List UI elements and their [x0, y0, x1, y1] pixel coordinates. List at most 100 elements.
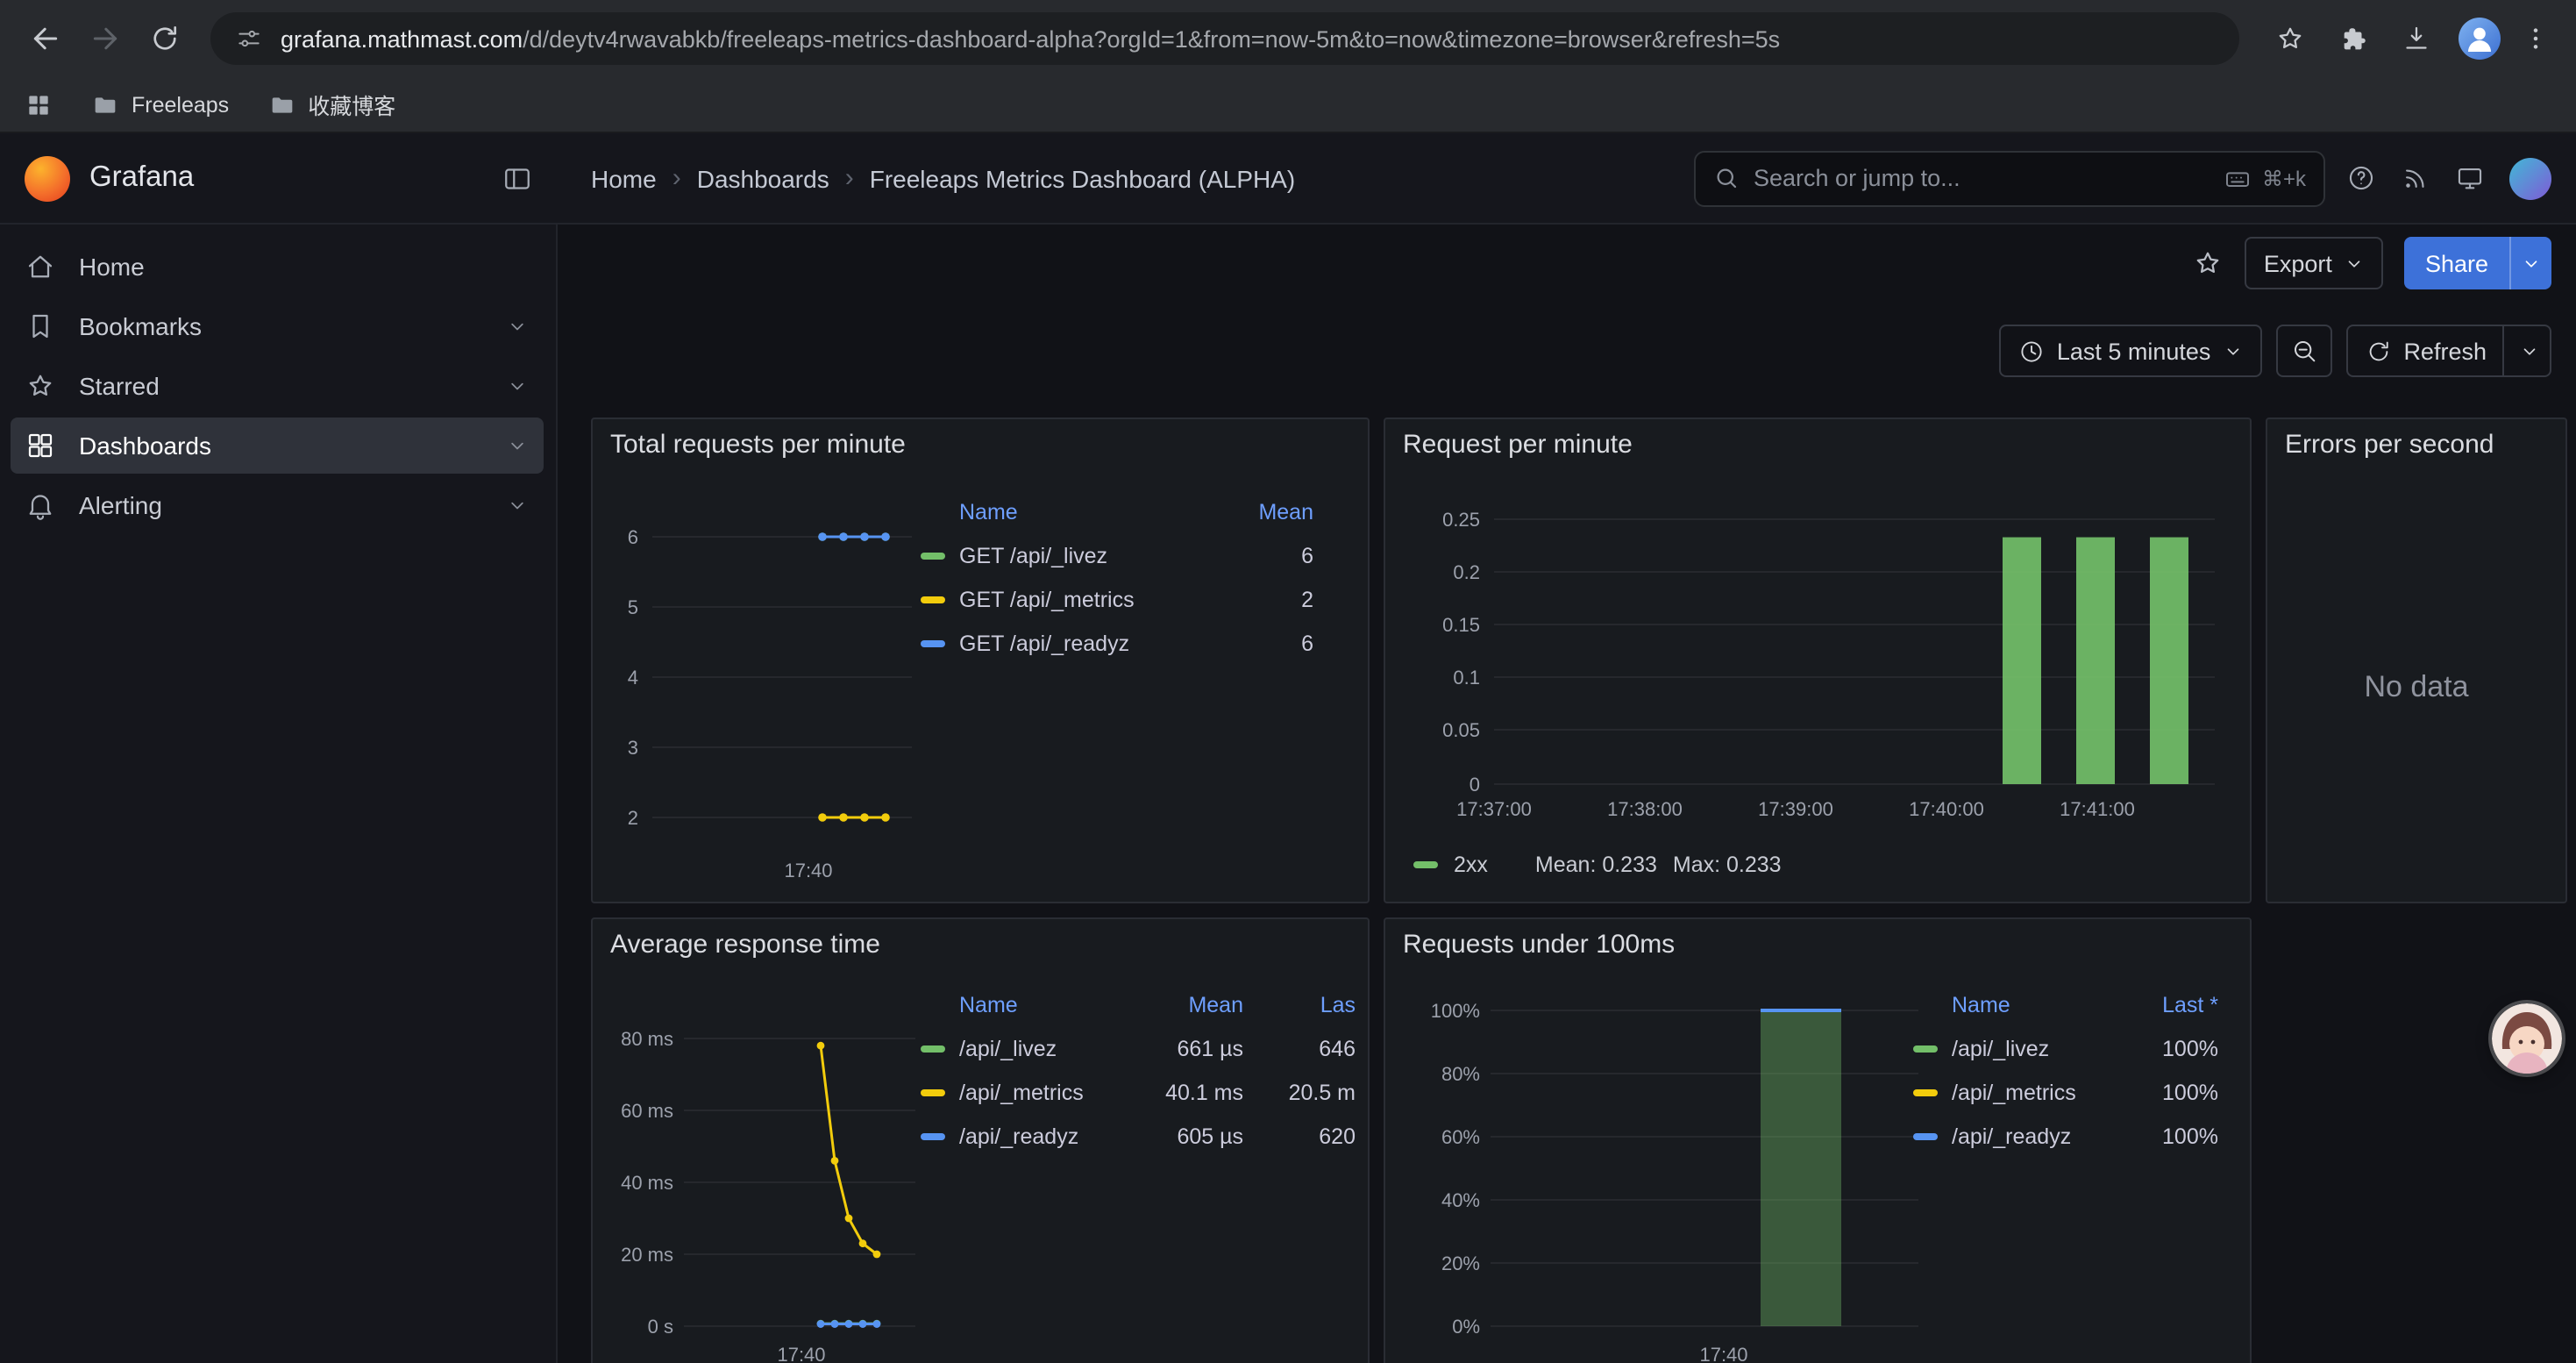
chevron-down-icon[interactable]	[505, 374, 530, 398]
panel-title[interactable]: Requests under 100ms	[1403, 930, 1675, 960]
svg-text:40%: 40%	[1441, 1189, 1480, 1211]
apps-grid-icon[interactable]	[25, 90, 53, 118]
refresh-icon	[2365, 338, 2391, 364]
legend-row[interactable]: /api/_readyz100%	[1903, 1114, 2236, 1158]
extensions-icon[interactable]	[2330, 16, 2376, 61]
monitor-icon[interactable]	[2455, 163, 2485, 193]
grafana-brand: Grafana	[0, 155, 558, 201]
sidebar-item-alerting[interactable]: Alerting	[11, 477, 544, 533]
sidebar-item-bookmarks[interactable]: Bookmarks	[11, 298, 544, 354]
bookmark-label: 收藏博客	[308, 88, 395, 121]
legend-table: NameMean GET /api/_livez6 GET /api/_metr…	[910, 489, 1354, 665]
clock-icon	[2018, 338, 2045, 364]
dashboards-icon	[25, 430, 56, 461]
legend-table: NameLast * /api/_livez100% /api/_metrics…	[1903, 982, 2236, 1158]
menu-kebab-icon[interactable]	[2513, 16, 2558, 61]
legend-row[interactable]: GET /api/_livez6	[910, 533, 1354, 577]
star-dashboard-icon[interactable]	[2192, 247, 2224, 279]
breadcrumb-dashboards[interactable]: Dashboards	[697, 164, 829, 192]
svg-text:17:41:00: 17:41:00	[2060, 798, 2135, 820]
svg-text:17:40: 17:40	[1699, 1344, 1747, 1363]
grafana-brand-name: Grafana	[89, 161, 482, 195]
home-icon	[25, 251, 56, 282]
floating-avatar[interactable]	[2492, 1003, 2562, 1074]
user-avatar[interactable]	[2509, 157, 2551, 199]
svg-text:20 ms: 20 ms	[621, 1244, 673, 1266]
series-color-icon	[921, 1088, 945, 1095]
legend-row[interactable]: GET /api/_metrics2	[910, 577, 1354, 621]
breadcrumb-separator: ›	[672, 163, 681, 193]
bookmarks-icon	[25, 310, 56, 342]
svg-text:4: 4	[628, 667, 638, 689]
zoom-out-button[interactable]	[2275, 325, 2331, 377]
panel-title[interactable]: Request per minute	[1403, 430, 1633, 460]
share-button[interactable]: Share	[2404, 237, 2551, 289]
legend[interactable]: 2xx Mean: 0.233 Max: 0.233	[1413, 853, 1782, 877]
chevron-down-icon[interactable]	[505, 433, 530, 458]
grafana-header: Grafana Home › Dashboards › Freeleaps Me…	[0, 133, 2576, 225]
series-color-icon	[921, 1132, 945, 1139]
panel-total-requests-per-minute: Total requests per minute 6543217:40 Nam…	[591, 417, 1370, 903]
url-bar[interactable]: grafana.mathmast.com/d/deytv4rwavabkb/fr…	[210, 12, 2239, 65]
line-chart: 6543217:40	[607, 489, 915, 896]
help-icon[interactable]	[2346, 163, 2376, 193]
series-color-icon	[1913, 1045, 1938, 1052]
breadcrumb-home[interactable]: Home	[591, 164, 657, 192]
sidebar-item-starred[interactable]: Starred	[11, 358, 544, 414]
reload-icon[interactable]	[140, 14, 189, 63]
back-icon[interactable]	[21, 14, 70, 63]
svg-text:17:40: 17:40	[784, 860, 832, 881]
svg-text:0.2: 0.2	[1453, 561, 1480, 583]
refresh-button[interactable]: Refresh	[2345, 325, 2551, 377]
bookmark-folder-freeleaps[interactable]: Freeleaps	[91, 90, 229, 118]
export-button[interactable]: Export	[2245, 237, 2383, 289]
legend-row[interactable]: /api/_metrics100%	[1903, 1070, 2236, 1114]
legend-row[interactable]: GET /api/_readyz6	[910, 621, 1354, 665]
chevron-down-icon	[2345, 253, 2364, 273]
bookmark-folder-blog[interactable]: 收藏博客	[267, 88, 395, 121]
sidebar-item-label: Bookmarks	[79, 312, 202, 340]
sidebar-item-dashboards[interactable]: Dashboards	[11, 417, 544, 474]
legend-row[interactable]: /api/_livez661 µs646	[910, 1026, 1368, 1070]
chevron-down-icon[interactable]	[505, 493, 530, 517]
refresh-interval-caret[interactable]	[2520, 341, 2539, 360]
search-input[interactable]	[1754, 165, 2210, 191]
bookmark-star-icon[interactable]	[2267, 16, 2313, 61]
forward-icon[interactable]	[81, 14, 130, 63]
series-color-icon	[921, 596, 945, 603]
svg-text:60 ms: 60 ms	[621, 1100, 673, 1122]
panel-title[interactable]: Total requests per minute	[610, 430, 906, 460]
series-color-icon	[921, 552, 945, 559]
legend-row[interactable]: /api/_metrics40.1 ms20.5 m	[910, 1070, 1368, 1114]
svg-text:40 ms: 40 ms	[621, 1172, 673, 1194]
svg-text:17:38:00: 17:38:00	[1607, 798, 1683, 820]
site-info-icon[interactable]	[235, 25, 263, 53]
sidebar-toggle-icon[interactable]	[502, 162, 533, 194]
panel-request-per-minute: Request per minute 0.250.20.150.10.05017…	[1384, 417, 2252, 903]
line-chart: 80 ms60 ms40 ms20 ms0 s17:40	[607, 982, 922, 1363]
panel-title[interactable]: Average response time	[610, 930, 880, 960]
legend-row[interactable]: /api/_readyz605 µs620	[910, 1114, 1368, 1158]
time-range-picker[interactable]: Last 5 minutes	[1999, 325, 2262, 377]
svg-text:17:40:00: 17:40:00	[1909, 798, 1984, 820]
rss-icon[interactable]	[2401, 163, 2430, 193]
folder-icon	[267, 90, 295, 118]
browser-toolbar: grafana.mathmast.com/d/deytv4rwavabkb/fr…	[0, 0, 2576, 77]
downloads-icon[interactable]	[2394, 16, 2439, 61]
sidebar-item-home[interactable]: Home	[11, 239, 544, 295]
breadcrumb-separator: ›	[845, 163, 854, 193]
chevron-down-icon[interactable]	[505, 314, 530, 339]
legend-row[interactable]: /api/_livez100%	[1903, 1026, 2236, 1070]
grafana-logo[interactable]	[25, 155, 70, 201]
bar-chart: 100%80%60%40%20%0%17:40	[1399, 982, 1925, 1363]
legend-table: NameMeanLas /api/_livez661 µs646 /api/_m…	[910, 982, 1368, 1158]
url-text: grafana.mathmast.com/d/deytv4rwavabkb/fr…	[281, 25, 1780, 52]
svg-text:80 ms: 80 ms	[621, 1028, 673, 1050]
svg-text:20%: 20%	[1441, 1252, 1480, 1274]
svg-text:0 s: 0 s	[648, 1316, 673, 1338]
profile-avatar[interactable]	[2457, 16, 2502, 61]
share-dropdown-caret[interactable]	[2509, 237, 2551, 289]
chevron-down-icon	[2522, 253, 2541, 273]
search-icon	[1713, 165, 1740, 191]
search-box[interactable]: ⌘+k	[1694, 150, 2325, 206]
